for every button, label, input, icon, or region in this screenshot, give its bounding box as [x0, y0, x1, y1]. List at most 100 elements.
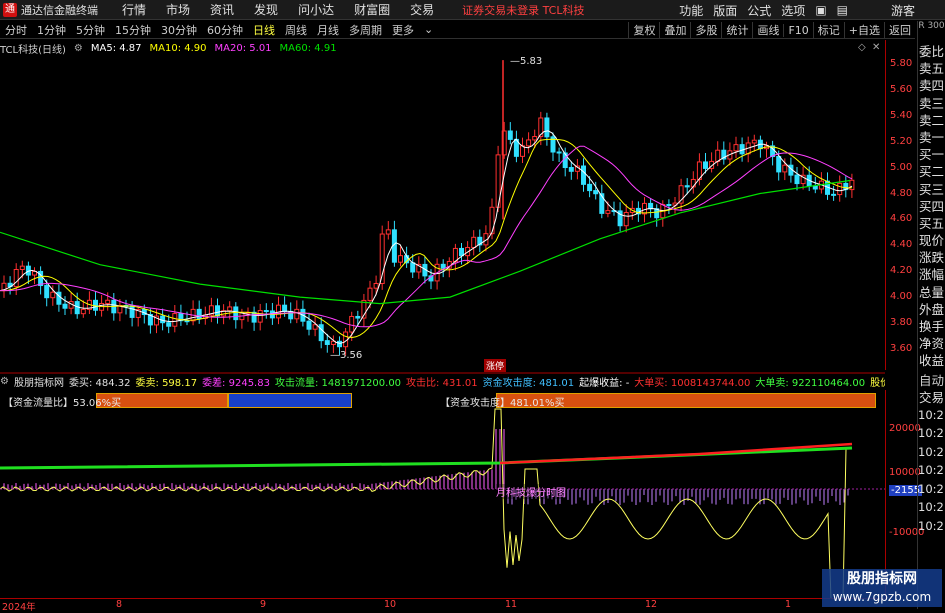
side-time-2: 10:21 [918, 426, 945, 441]
diamond-icon[interactable]: ◇ [858, 42, 866, 53]
settings-icon[interactable]: ▤ [832, 3, 853, 17]
side-change-pct[interactable]: 涨幅 [918, 266, 945, 283]
tool-overlay[interactable]: 叠加 [659, 22, 690, 38]
tool-stats[interactable]: 统计 [721, 22, 752, 38]
period-weekly[interactable]: 周线 [280, 22, 312, 38]
candle [818, 172, 824, 194]
candle [135, 305, 141, 327]
side-price[interactable]: 现价 [918, 232, 945, 249]
side-sell5[interactable]: 卖五 [918, 60, 945, 77]
menu-news[interactable]: 资讯 [200, 1, 244, 18]
side-time-6: 10:21 [918, 500, 945, 515]
menu-options[interactable]: 选项 [776, 2, 810, 19]
login-status[interactable]: 证券交易未登录 TCL科技 [462, 2, 584, 18]
date-axis: 2024年 8 9 10 11 12 1 [0, 598, 885, 613]
candle [190, 300, 196, 326]
tool-back[interactable]: 返回 [884, 22, 915, 38]
kline-chart[interactable]: —5.83 —3.56 [0, 40, 885, 598]
period-5min[interactable]: 5分钟 [71, 22, 110, 38]
period-daily[interactable]: 日线 [248, 22, 280, 38]
price-label: 5.60 [890, 83, 913, 95]
side-sell4[interactable]: 卖四 [918, 77, 945, 94]
candle [385, 221, 391, 240]
low-mark: —3.56 [330, 350, 362, 361]
price-label: 3.60 [890, 342, 913, 354]
side-trade[interactable]: 交易 [918, 389, 945, 406]
minimize-icon[interactable]: ▣ [810, 3, 831, 17]
candle [733, 136, 739, 159]
ind-gear-icon[interactable]: ⚙ [0, 376, 9, 387]
ma60-line [0, 179, 851, 305]
candle [507, 122, 513, 145]
candle [654, 204, 660, 227]
tool-multistock[interactable]: 多股 [690, 22, 721, 38]
close-icon[interactable]: ✕ [872, 42, 880, 53]
menu-discover[interactable]: 发现 [244, 1, 288, 18]
candle [751, 134, 757, 152]
side-sell3[interactable]: 卖三 [918, 95, 945, 112]
side-change[interactable]: 涨跌 [918, 249, 945, 266]
price-label: 4.20 [890, 265, 913, 277]
candle [208, 297, 214, 323]
guest-user[interactable]: 游客 [891, 2, 915, 19]
side-volume[interactable]: 总量 [918, 284, 945, 301]
side-buy5[interactable]: 买五 [918, 215, 945, 232]
side-earnings[interactable]: 收益 [918, 352, 945, 369]
period-15min[interactable]: 15分钟 [110, 22, 156, 38]
period-60min[interactable]: 60分钟 [202, 22, 248, 38]
chevron-down-icon[interactable]: ⌄ [419, 23, 438, 36]
candle [770, 140, 776, 166]
menu-trade[interactable]: 交易 [400, 1, 444, 18]
candle [757, 135, 763, 158]
zhangting-tag: 涨停 [484, 359, 507, 372]
date-label-sep: 9 [260, 599, 267, 610]
candle [196, 300, 202, 324]
indicator-info: ⚙ 股朋指标网 委买: 484.32 委卖: 598.17 委差: 9245.8… [0, 374, 885, 389]
menu-function[interactable]: 功能 [674, 2, 708, 19]
side-sell2[interactable]: 卖二 [918, 112, 945, 129]
tool-add-favorite[interactable]: +自选 [843, 22, 884, 38]
tool-draw[interactable]: 画线 [752, 22, 783, 38]
candle [599, 184, 605, 219]
period-1min[interactable]: 1分钟 [32, 22, 71, 38]
menu-layout[interactable]: 版面 [708, 2, 742, 19]
side-outer[interactable]: 外盘 [918, 301, 945, 318]
menu-ask[interactable]: 问小达 [288, 1, 344, 18]
candle [849, 173, 855, 198]
candle [587, 176, 593, 198]
period-multi[interactable]: 多周期 [344, 22, 387, 38]
date-label-nov: 11 [505, 599, 518, 610]
period-30min[interactable]: 30分钟 [156, 22, 202, 38]
period-fenshi[interactable]: 分时 [0, 22, 32, 38]
spike-label: 月科技爆分时图 [496, 484, 566, 499]
tool-f10[interactable]: F10 [783, 23, 812, 37]
side-buy4[interactable]: 买四 [918, 198, 945, 215]
candle [7, 276, 13, 295]
date-label-year: 2024年 [2, 602, 36, 613]
side-auto[interactable]: 自动 [918, 372, 945, 389]
candle [471, 230, 477, 256]
menu-wealth[interactable]: 财富圈 [344, 1, 400, 18]
candle [294, 300, 300, 324]
tool-fuquan[interactable]: 复权 [628, 22, 659, 38]
high-mark: —5.83 [510, 56, 542, 67]
side-turnover[interactable]: 换手 [918, 318, 945, 335]
side-sell1[interactable]: 卖一 [918, 129, 945, 146]
candle [1, 275, 7, 298]
period-more[interactable]: 更多 [387, 22, 419, 38]
menu-formula[interactable]: 公式 [742, 2, 776, 19]
indicator-name[interactable]: 股朋指标网 [14, 374, 64, 389]
tool-mark[interactable]: 标记 [812, 22, 844, 38]
side-net-asset[interactable]: 净资 [918, 335, 945, 352]
candle [831, 185, 837, 201]
side-weibi[interactable]: 委比 [918, 43, 945, 60]
price-label: 3.80 [890, 317, 913, 328]
side-buy3[interactable]: 买三 [918, 181, 945, 198]
chart-tools: 复权 叠加 多股 统计 画线 F10 标记 +自选 返回 [628, 21, 915, 39]
period-monthly[interactable]: 月线 [312, 22, 344, 38]
side-time-5: 10:21 [918, 481, 945, 496]
side-buy2[interactable]: 买二 [918, 163, 945, 180]
menu-quotes[interactable]: 行情 [112, 1, 156, 18]
side-buy1[interactable]: 买一 [918, 146, 945, 163]
menu-market[interactable]: 市场 [156, 1, 200, 18]
